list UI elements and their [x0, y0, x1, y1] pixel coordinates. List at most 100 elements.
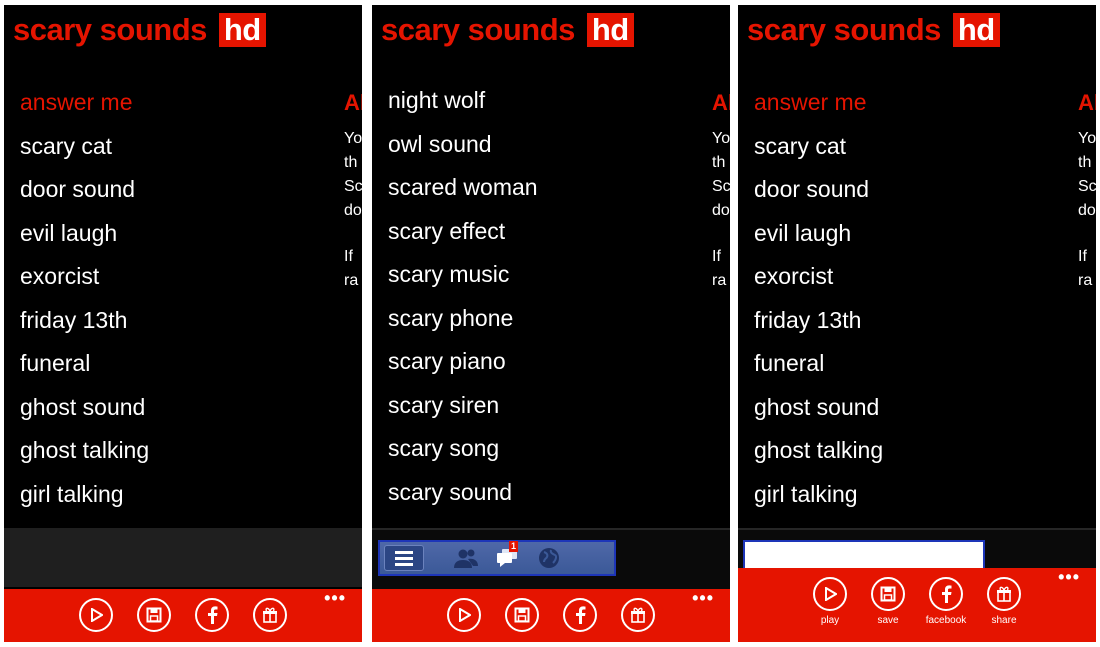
- about-pivot-header[interactable]: Al: [1078, 85, 1096, 127]
- share-label: share: [991, 615, 1017, 626]
- share-button[interactable]: [620, 598, 656, 632]
- sound-item[interactable]: exorcist: [20, 255, 149, 299]
- sound-item[interactable]: scary sound: [388, 471, 538, 515]
- sound-item[interactable]: scary phone: [388, 297, 538, 341]
- play-button[interactable]: [446, 598, 482, 632]
- sound-list: answer me scary cat door sound evil laug…: [20, 81, 149, 516]
- app-title: scary sounds hd: [747, 12, 1000, 48]
- save-icon: [871, 577, 905, 611]
- sound-item[interactable]: friday 13th: [20, 299, 149, 343]
- play-icon: [813, 577, 847, 611]
- about-text-gap: [1078, 223, 1096, 245]
- phone-screen-3: scary sounds hd answer me scary cat door…: [738, 5, 1096, 642]
- facebook-button[interactable]: [194, 598, 230, 632]
- sound-item[interactable]: answer me: [20, 81, 149, 125]
- facebook-icon: [563, 598, 597, 632]
- sound-item[interactable]: answer me: [754, 81, 883, 125]
- about-pivot-peek[interactable]: Al Yo th Sc do If ra: [712, 85, 730, 293]
- app-bar: •••: [372, 589, 730, 642]
- sound-item[interactable]: evil laugh: [754, 212, 883, 256]
- ad-area: [4, 528, 362, 587]
- about-text-gap: [344, 223, 362, 245]
- ad-area: 1: [372, 528, 730, 589]
- about-text-line: th: [344, 154, 358, 171]
- more-options-button[interactable]: •••: [1058, 568, 1080, 586]
- play-button[interactable]: [78, 598, 114, 632]
- sound-item[interactable]: door sound: [754, 168, 883, 212]
- sound-item[interactable]: owl sound: [388, 123, 538, 167]
- facebook-button[interactable]: facebook: [925, 577, 967, 627]
- menu-icon: [384, 545, 424, 571]
- sound-item[interactable]: night wolf: [388, 79, 538, 123]
- app-bar: •••: [4, 589, 362, 642]
- about-text-line: do: [344, 202, 362, 219]
- about-pivot-peek[interactable]: Al Yo th Sc do If ra: [1078, 85, 1096, 293]
- sound-item[interactable]: scary effect: [388, 210, 538, 254]
- sound-item[interactable]: scary song: [388, 427, 538, 471]
- save-icon: [137, 598, 171, 632]
- friends-icon: [454, 547, 478, 569]
- about-text-line: th: [712, 154, 726, 171]
- sound-item[interactable]: ghost talking: [20, 429, 149, 473]
- gift-icon: [253, 598, 287, 632]
- save-button[interactable]: [136, 598, 172, 632]
- more-options-button[interactable]: •••: [324, 589, 346, 607]
- share-button[interactable]: [252, 598, 288, 632]
- sound-item[interactable]: scary music: [388, 253, 538, 297]
- sound-item[interactable]: scary siren: [388, 384, 538, 428]
- facebook-label: facebook: [925, 615, 967, 626]
- more-options-button[interactable]: •••: [692, 589, 714, 607]
- about-text-line: ra: [344, 272, 359, 289]
- sound-item[interactable]: funeral: [754, 342, 883, 386]
- hd-badge: hd: [218, 13, 266, 47]
- save-button[interactable]: save: [870, 577, 906, 627]
- sound-item[interactable]: scary piano: [388, 340, 538, 384]
- sound-item[interactable]: girl talking: [754, 473, 883, 517]
- about-text-line: Sc: [1078, 178, 1096, 195]
- facebook-button[interactable]: [562, 598, 598, 632]
- sound-list: night wolf owl sound scared woman scary …: [388, 79, 538, 514]
- sound-item[interactable]: exorcist: [754, 255, 883, 299]
- sound-item[interactable]: ghost sound: [754, 386, 883, 430]
- about-text-line: do: [712, 202, 730, 219]
- sound-item[interactable]: door sound: [20, 168, 149, 212]
- app-title-text: scary sounds: [13, 12, 207, 47]
- about-pivot-peek[interactable]: Al Yo th Sc do If ra: [344, 85, 362, 293]
- facebook-icon: [195, 598, 229, 632]
- sound-item[interactable]: scared woman: [388, 166, 538, 210]
- share-button[interactable]: share: [986, 577, 1022, 627]
- about-pivot-header[interactable]: Al: [712, 85, 730, 127]
- globe-icon: [538, 547, 560, 569]
- play-icon: [79, 598, 113, 632]
- about-text-line: th: [1078, 154, 1092, 171]
- sound-item[interactable]: ghost sound: [20, 386, 149, 430]
- sound-item[interactable]: scary cat: [754, 125, 883, 169]
- sound-list: answer me scary cat door sound evil laug…: [754, 81, 883, 516]
- gift-icon: [987, 577, 1021, 611]
- about-text-line: Yo: [712, 130, 730, 147]
- sound-item[interactable]: friday 13th: [754, 299, 883, 343]
- about-text-line: Sc: [712, 178, 730, 195]
- messages-icon: 1: [496, 541, 519, 569]
- save-label: save: [877, 615, 899, 626]
- sound-item[interactable]: ghost talking: [754, 429, 883, 473]
- sound-item[interactable]: girl talking: [20, 473, 149, 517]
- sound-item[interactable]: funeral: [20, 342, 149, 386]
- about-text-line: do: [1078, 202, 1096, 219]
- about-pivot-header[interactable]: Al: [344, 85, 362, 127]
- about-text-line: ra: [1078, 272, 1093, 289]
- save-button[interactable]: [504, 598, 540, 632]
- hd-badge: hd: [952, 13, 1000, 47]
- about-text-line: Sc: [344, 178, 362, 195]
- play-button[interactable]: play: [812, 577, 848, 627]
- save-icon: [505, 598, 539, 632]
- facebook-ad-banner[interactable]: 1: [378, 540, 616, 576]
- app-title-text: scary sounds: [381, 12, 575, 47]
- app-bar-expanded: play save facebook share •••: [738, 568, 1096, 642]
- app-title: scary sounds hd: [13, 12, 266, 48]
- sound-item[interactable]: scary cat: [20, 125, 149, 169]
- play-label: play: [820, 615, 840, 626]
- sound-item[interactable]: evil laugh: [20, 212, 149, 256]
- about-text-line: If: [1078, 248, 1087, 265]
- about-text-line: Yo: [1078, 130, 1096, 147]
